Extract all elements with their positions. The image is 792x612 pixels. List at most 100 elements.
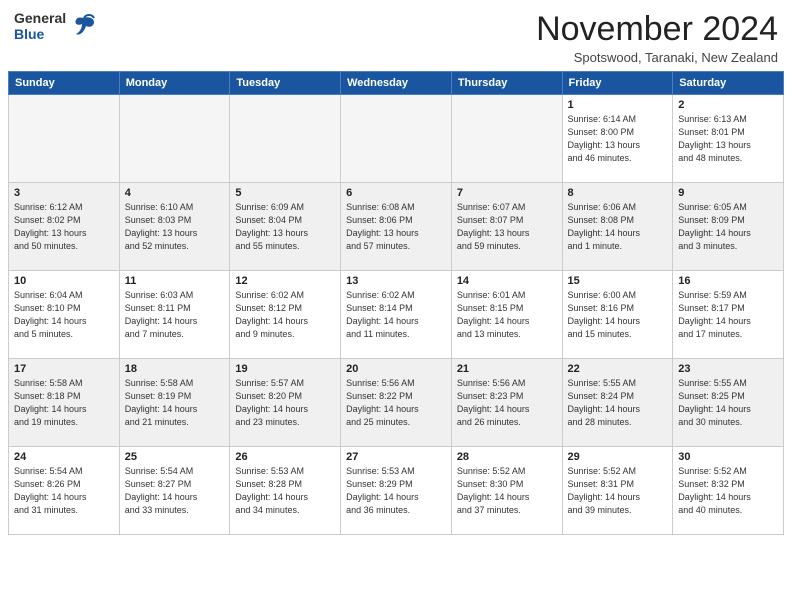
day-info: Sunrise: 5:58 AM Sunset: 8:18 PM Dayligh… <box>14 377 114 429</box>
day-info: Sunrise: 6:08 AM Sunset: 8:06 PM Dayligh… <box>346 201 446 253</box>
day-cell-2: 2Sunrise: 6:13 AM Sunset: 8:01 PM Daylig… <box>673 95 784 183</box>
empty-cell <box>451 95 562 183</box>
day-cell-8: 8Sunrise: 6:06 AM Sunset: 8:08 PM Daylig… <box>562 183 673 271</box>
day-cell-22: 22 Sunrise: 5:55 AM Sunset: 8:24 PM Dayli… <box>562 359 673 447</box>
day-header-monday: Monday <box>119 72 230 95</box>
day-header-thursday: Thursday <box>451 72 562 95</box>
day-number: 26 <box>235 451 335 463</box>
day-number: 20 <box>346 363 446 375</box>
day-cell-6: 6 Sunrise: 6:08 AM Sunset: 8:06 PM Daylig… <box>341 183 452 271</box>
day-info: Sunrise: 5:55 AM Sunset: 8:24 PM Dayligh… <box>568 377 668 429</box>
day-header-sunday: Sunday <box>9 72 120 95</box>
day-number: 1 <box>568 99 668 111</box>
day-number: 11 <box>125 275 225 287</box>
day-number: 22 <box>568 363 668 375</box>
day-number: 3 <box>14 187 114 199</box>
day-number: 12 <box>235 275 335 287</box>
day-cell-14: 14 Sunrise: 6:01 AM Sunset: 8:15 PM Dayli… <box>451 271 562 359</box>
empty-cell <box>119 95 230 183</box>
location: Spotswood, Taranaki, New Zealand <box>536 50 778 65</box>
day-number: 4 <box>125 187 225 199</box>
day-cell-12: 12 Sunrise: 6:02 AM Sunset: 8:12 PM Dayli… <box>230 271 341 359</box>
day-info: Sunrise: 5:52 AM Sunset: 8:31 PM Dayligh… <box>568 465 668 517</box>
day-header-saturday: Saturday <box>673 72 784 95</box>
empty-cell <box>230 95 341 183</box>
day-cell-3: 3 Sunrise: 6:12 AM Sunset: 8:02 PM Daylig… <box>9 183 120 271</box>
day-number: 17 <box>14 363 114 375</box>
title-block: November 2024 Spotswood, Taranaki, New Z… <box>536 10 778 65</box>
day-cell-9: 9Sunrise: 6:05 AM Sunset: 8:09 PM Daylig… <box>673 183 784 271</box>
day-info: Sunrise: 6:03 AM Sunset: 8:11 PM Dayligh… <box>125 289 225 341</box>
day-number: 25 <box>125 451 225 463</box>
day-cell-7: 7 Sunrise: 6:07 AM Sunset: 8:07 PM Daylig… <box>451 183 562 271</box>
month-title: November 2024 <box>536 10 778 49</box>
day-number: 30 <box>678 451 778 463</box>
day-cell-17: 17 Sunrise: 5:58 AM Sunset: 8:18 PM Dayli… <box>9 359 120 447</box>
day-number: 18 <box>125 363 225 375</box>
day-info: Sunrise: 5:56 AM Sunset: 8:22 PM Dayligh… <box>346 377 446 429</box>
day-info: Sunrise: 5:55 AM Sunset: 8:25 PM Dayligh… <box>678 377 778 429</box>
day-info: Sunrise: 6:09 AM Sunset: 8:04 PM Dayligh… <box>235 201 335 253</box>
day-number: 24 <box>14 451 114 463</box>
day-info: Sunrise: 6:02 AM Sunset: 8:14 PM Dayligh… <box>346 289 446 341</box>
day-cell-13: 13Sunrise: 6:02 AM Sunset: 8:14 PM Dayli… <box>341 271 452 359</box>
day-header-friday: Friday <box>562 72 673 95</box>
day-cell-5: 5 Sunrise: 6:09 AM Sunset: 8:04 PM Daylig… <box>230 183 341 271</box>
day-number: 7 <box>457 187 557 199</box>
day-number: 23 <box>678 363 778 375</box>
day-number: 2 <box>678 99 778 111</box>
day-info: Sunrise: 6:02 AM Sunset: 8:12 PM Dayligh… <box>235 289 335 341</box>
day-number: 9 <box>678 187 778 199</box>
day-cell-21: 21 Sunrise: 5:56 AM Sunset: 8:23 PM Dayli… <box>451 359 562 447</box>
day-cell-10: 10 Sunrise: 6:04 AM Sunset: 8:10 PM Dayli… <box>9 271 120 359</box>
day-number: 29 <box>568 451 668 463</box>
day-number: 19 <box>235 363 335 375</box>
day-info: Sunrise: 5:57 AM Sunset: 8:20 PM Dayligh… <box>235 377 335 429</box>
day-number: 21 <box>457 363 557 375</box>
day-info: Sunrise: 5:54 AM Sunset: 8:26 PM Dayligh… <box>14 465 114 517</box>
day-header-wednesday: Wednesday <box>341 72 452 95</box>
day-info: Sunrise: 6:06 AM Sunset: 8:08 PM Dayligh… <box>568 201 668 253</box>
day-cell-27: 27 Sunrise: 5:53 AM Sunset: 8:29 PM Dayli… <box>341 447 452 535</box>
day-cell-23: 23 Sunrise: 5:55 AM Sunset: 8:25 PM Dayli… <box>673 359 784 447</box>
day-cell-28: 28Sunrise: 5:52 AM Sunset: 8:30 PM Dayli… <box>451 447 562 535</box>
day-info: Sunrise: 5:53 AM Sunset: 8:29 PM Dayligh… <box>346 465 446 517</box>
logo: General Blue <box>14 10 98 42</box>
empty-cell <box>9 95 120 183</box>
day-number: 10 <box>14 275 114 287</box>
day-info: Sunrise: 5:52 AM Sunset: 8:30 PM Dayligh… <box>457 465 557 517</box>
day-info: Sunrise: 5:54 AM Sunset: 8:27 PM Dayligh… <box>125 465 225 517</box>
day-info: Sunrise: 6:14 AM Sunset: 8:00 PM Dayligh… <box>568 113 668 165</box>
day-number: 14 <box>457 275 557 287</box>
day-info: Sunrise: 5:56 AM Sunset: 8:23 PM Dayligh… <box>457 377 557 429</box>
day-cell-18: 18 Sunrise: 5:58 AM Sunset: 8:19 PM Dayli… <box>119 359 230 447</box>
day-info: Sunrise: 6:01 AM Sunset: 8:15 PM Dayligh… <box>457 289 557 341</box>
day-cell-24: 24 Sunrise: 5:54 AM Sunset: 8:26 PM Dayli… <box>9 447 120 535</box>
day-number: 5 <box>235 187 335 199</box>
logo-icon <box>70 12 98 40</box>
logo-general: General <box>14 10 66 26</box>
day-number: 15 <box>568 275 668 287</box>
day-info: Sunrise: 6:07 AM Sunset: 8:07 PM Dayligh… <box>457 201 557 253</box>
day-cell-1: 1 Sunrise: 6:14 AM Sunset: 8:00 PM Daylig… <box>562 95 673 183</box>
day-header-tuesday: Tuesday <box>230 72 341 95</box>
day-cell-19: 19 Sunrise: 5:57 AM Sunset: 8:20 PM Dayli… <box>230 359 341 447</box>
day-info: Sunrise: 5:58 AM Sunset: 8:19 PM Dayligh… <box>125 377 225 429</box>
day-cell-25: 25 Sunrise: 5:54 AM Sunset: 8:27 PM Dayli… <box>119 447 230 535</box>
day-cell-11: 11 Sunrise: 6:03 AM Sunset: 8:11 PM Dayli… <box>119 271 230 359</box>
day-cell-26: 26 Sunrise: 5:53 AM Sunset: 8:28 PM Dayli… <box>230 447 341 535</box>
day-cell-16: 16 Sunrise: 5:59 AM Sunset: 8:17 PM Dayli… <box>673 271 784 359</box>
day-cell-20: 20 Sunrise: 5:56 AM Sunset: 8:22 PM Dayli… <box>341 359 452 447</box>
day-number: 6 <box>346 187 446 199</box>
day-cell-29: 29 Sunrise: 5:52 AM Sunset: 8:31 PM Dayli… <box>562 447 673 535</box>
day-info: Sunrise: 5:53 AM Sunset: 8:28 PM Dayligh… <box>235 465 335 517</box>
day-cell-4: 4 Sunrise: 6:10 AM Sunset: 8:03 PM Daylig… <box>119 183 230 271</box>
calendar-table: SundayMondayTuesdayWednesdayThursdayFrid… <box>8 71 784 535</box>
day-info: Sunrise: 6:04 AM Sunset: 8:10 PM Dayligh… <box>14 289 114 341</box>
logo-blue: Blue <box>14 26 66 42</box>
day-info: Sunrise: 6:12 AM Sunset: 8:02 PM Dayligh… <box>14 201 114 253</box>
day-number: 16 <box>678 275 778 287</box>
day-info: Sunrise: 6:10 AM Sunset: 8:03 PM Dayligh… <box>125 201 225 253</box>
day-number: 27 <box>346 451 446 463</box>
day-info: Sunrise: 5:59 AM Sunset: 8:17 PM Dayligh… <box>678 289 778 341</box>
